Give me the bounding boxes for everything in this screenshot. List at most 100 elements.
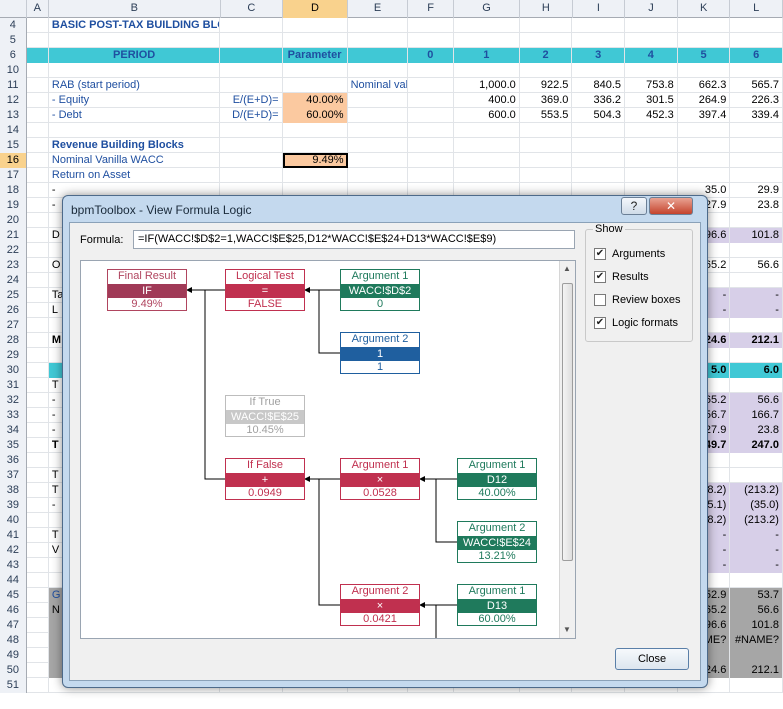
cell-b6[interactable]: PERIOD xyxy=(48,48,221,63)
cell-f15[interactable] xyxy=(408,138,454,153)
row-header[interactable]: 35 xyxy=(0,438,27,453)
cell-l45[interactable]: 53.7 xyxy=(730,588,783,603)
cell-e11[interactable]: Nominal value xyxy=(348,78,408,93)
cell-k13[interactable]: 397.4 xyxy=(678,108,731,123)
cell-c13[interactable]: D/(E+D)= xyxy=(220,108,283,123)
row-header[interactable]: 33 xyxy=(0,408,27,423)
cell-h10[interactable] xyxy=(520,63,573,78)
cell-b16[interactable]: Nominal Vanilla WACC xyxy=(49,153,221,168)
cell-h5[interactable] xyxy=(520,33,573,48)
arguments-checkbox[interactable]: ✔ Arguments xyxy=(594,246,665,261)
cell-g12[interactable]: 400.0 xyxy=(454,93,520,108)
cell-l5[interactable] xyxy=(730,33,783,48)
cell-l34[interactable]: 23.8 xyxy=(730,423,783,438)
node-plus-a1[interactable]: Argument 1 × 0.0528 xyxy=(340,458,420,500)
column-header-d[interactable]: D xyxy=(282,0,348,18)
cell-l10[interactable] xyxy=(730,63,783,78)
cell-a10[interactable] xyxy=(27,63,49,78)
cell-l28[interactable]: 212.1 xyxy=(730,333,783,348)
node-m1-a2[interactable]: Argument 2 WACC!$E$24 13.21% xyxy=(457,521,537,563)
cell-a49[interactable] xyxy=(27,648,49,663)
cell-h15[interactable] xyxy=(520,138,573,153)
cell-a39[interactable] xyxy=(27,498,49,513)
row-header[interactable]: 31 xyxy=(0,378,27,393)
cell-h13[interactable]: 553.5 xyxy=(520,108,573,123)
row-header[interactable]: 39 xyxy=(0,498,27,513)
cell-l29[interactable] xyxy=(730,348,783,363)
cell-d6[interactable]: Parameter xyxy=(282,48,348,63)
cell-k12[interactable]: 264.9 xyxy=(678,93,731,108)
cell-l14[interactable] xyxy=(730,123,783,138)
cell-g17[interactable] xyxy=(454,168,520,183)
cell-b11[interactable]: RAB (start period) xyxy=(49,78,221,93)
row-header[interactable]: 23 xyxy=(0,258,27,273)
row-header[interactable]: 25 xyxy=(0,288,27,303)
node-plus-a2[interactable]: Argument 2 × 0.0421 xyxy=(340,584,420,626)
cell-g6[interactable]: 1 xyxy=(453,48,520,63)
cell-i4[interactable] xyxy=(572,18,626,33)
cell-c14[interactable] xyxy=(220,123,283,138)
cell-h4[interactable] xyxy=(520,18,573,33)
cell-k10[interactable] xyxy=(678,63,731,78)
cell-f12[interactable] xyxy=(408,93,454,108)
column-header-b[interactable]: B xyxy=(49,0,221,18)
cell-l16[interactable] xyxy=(730,153,783,168)
cell-e14[interactable] xyxy=(348,123,408,138)
cell-a13[interactable] xyxy=(27,108,49,123)
row-header[interactable]: 28 xyxy=(0,333,27,348)
cell-a50[interactable] xyxy=(27,663,49,678)
cell-j5[interactable] xyxy=(625,33,678,48)
row-header[interactable]: 21 xyxy=(0,228,27,243)
node-m2-a1[interactable]: Argument 1 D13 60.00% xyxy=(457,584,537,626)
row-header[interactable]: 22 xyxy=(0,243,27,258)
check-icon[interactable]: ✔ xyxy=(594,270,606,283)
cell-c15[interactable] xyxy=(220,138,283,153)
cell-c16[interactable] xyxy=(220,153,283,168)
row-header[interactable]: 37 xyxy=(0,468,27,483)
cell-l15[interactable] xyxy=(730,138,783,153)
cell-i6[interactable]: 3 xyxy=(572,48,626,63)
cell-c4[interactable] xyxy=(220,18,283,33)
cell-j17[interactable] xyxy=(625,168,678,183)
row-header[interactable]: 17 xyxy=(0,168,27,183)
row-header[interactable]: 15 xyxy=(0,138,27,153)
cell-e17[interactable] xyxy=(348,168,408,183)
cell-h14[interactable] xyxy=(520,123,573,138)
cell-l23[interactable]: 56.6 xyxy=(730,258,783,273)
cell-a51[interactable] xyxy=(27,678,49,693)
cell-l37[interactable] xyxy=(730,468,783,483)
cell-l6[interactable]: 6 xyxy=(730,48,783,63)
column-header-l[interactable]: L xyxy=(730,0,783,18)
row-header[interactable]: 44 xyxy=(0,573,27,588)
cell-d10[interactable] xyxy=(283,63,348,78)
cell-f4[interactable] xyxy=(408,18,454,33)
cell-k6[interactable]: 5 xyxy=(677,48,731,63)
review-boxes-checkbox[interactable]: Review boxes xyxy=(594,292,680,307)
node-m1-a1[interactable]: Argument 1 D12 40.00% xyxy=(457,458,537,500)
cell-b5[interactable] xyxy=(49,33,221,48)
cell-a14[interactable] xyxy=(27,123,49,138)
logic-formats-checkbox[interactable]: ✔ Logic formats xyxy=(594,315,678,330)
check-icon[interactable] xyxy=(594,293,606,306)
cell-j6[interactable]: 4 xyxy=(625,48,678,63)
row-header[interactable]: 13 xyxy=(0,108,27,123)
cell-j14[interactable] xyxy=(625,123,678,138)
row-header[interactable]: 50 xyxy=(0,663,27,678)
cell-l43[interactable]: - xyxy=(730,558,783,573)
column-header-i[interactable]: I xyxy=(573,0,626,18)
cell-j4[interactable] xyxy=(625,18,678,33)
cell-k5[interactable] xyxy=(678,33,731,48)
row-header[interactable]: 42 xyxy=(0,543,27,558)
column-header-a[interactable]: A xyxy=(27,0,49,18)
cell-a27[interactable] xyxy=(27,318,49,333)
row-header[interactable]: 41 xyxy=(0,528,27,543)
cell-f14[interactable] xyxy=(408,123,454,138)
cell-k4[interactable] xyxy=(678,18,731,33)
cell-k17[interactable] xyxy=(678,168,731,183)
cell-l27[interactable] xyxy=(730,318,783,333)
node-iftrue[interactable]: If True WACC!$E$25 10.45% xyxy=(225,395,305,437)
cell-b14[interactable] xyxy=(49,123,221,138)
cell-a20[interactable] xyxy=(27,213,49,228)
cell-g10[interactable] xyxy=(454,63,520,78)
check-icon[interactable]: ✔ xyxy=(594,316,606,329)
